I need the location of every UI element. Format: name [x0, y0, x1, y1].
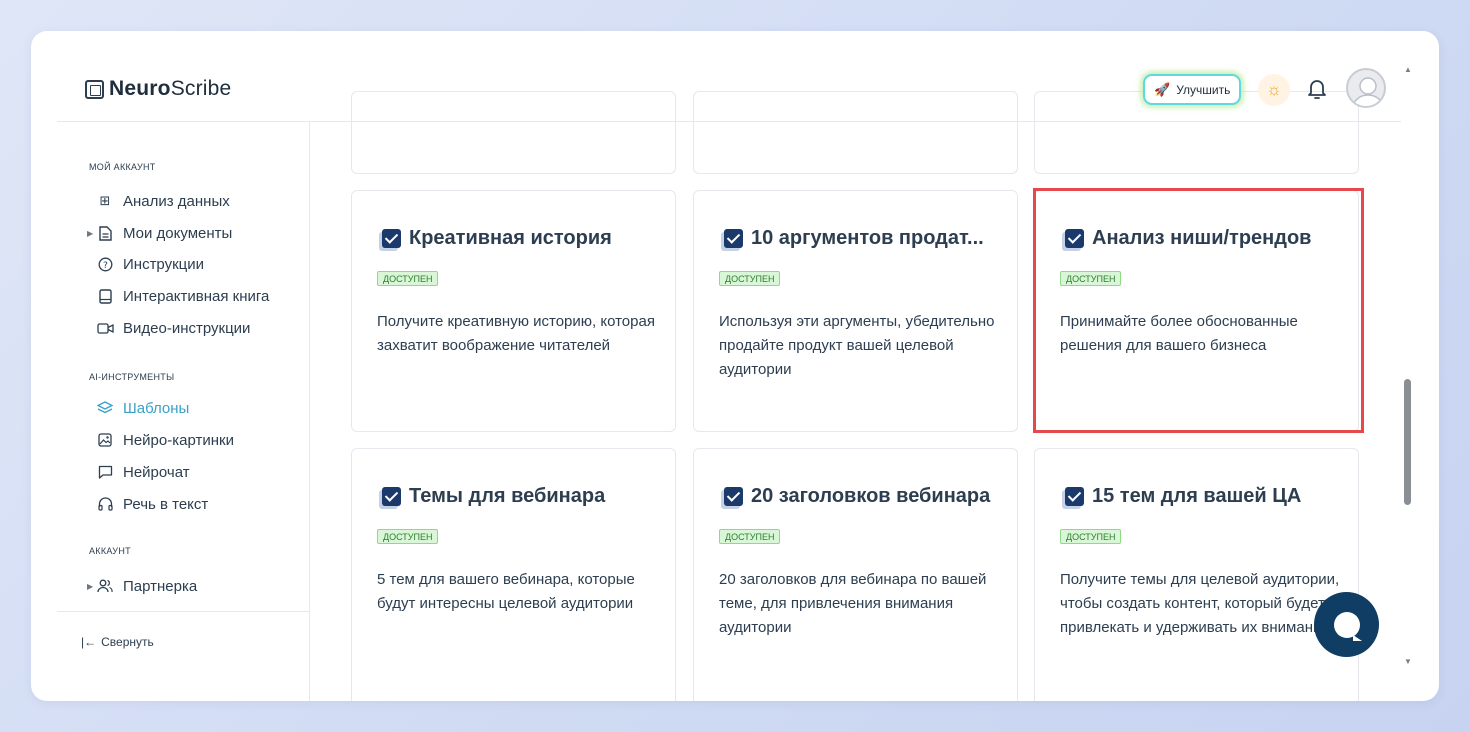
rocket-icon: 🚀: [1154, 81, 1171, 97]
user-avatar[interactable]: [1346, 68, 1386, 108]
vertical-scrollbar[interactable]: ▲ ▼: [1401, 57, 1415, 676]
sidebar-item-data-analysis[interactable]: ⊞ Анализ данных: [96, 189, 230, 213]
sidebar-item-neuro-images[interactable]: Нейро-картинки: [96, 428, 234, 452]
sidebar-item-label: Нейрочат: [123, 463, 190, 481]
book-icon: [96, 288, 114, 304]
card-description: Используя эти аргументы, убедительно про…: [719, 313, 995, 378]
card-title-text: 10 аргументов продат...: [751, 227, 984, 249]
sidebar-item-label: Нейро-картинки: [123, 431, 234, 449]
users-icon: [96, 579, 114, 593]
card-description: 5 тем для вашего вебинара, которые будут…: [377, 571, 635, 612]
card-description: 20 заголовков для вебинара по вашей теме…: [719, 571, 987, 636]
chat-icon: [96, 465, 114, 479]
help-circle-icon: ?: [96, 257, 114, 272]
status-badge: ДОСТУПЕН: [1060, 529, 1122, 544]
card-title: 10 аргументов продат...: [724, 227, 984, 250]
sidebar-item-neurochat[interactable]: Нейрочат: [96, 460, 190, 484]
logo-text: NeuroScribe: [109, 77, 232, 100]
caret-right-icon[interactable]: ▶: [87, 582, 93, 591]
sidebar-item-interactive-book[interactable]: Интерактивная книга: [96, 284, 269, 308]
card-description: Получите креативную историю, которая зах…: [377, 313, 655, 354]
card-title-text: 20 заголовков вебинара: [751, 485, 991, 507]
collapse-button[interactable]: |← Свернуть: [81, 635, 154, 649]
checkbox-icon: [724, 487, 743, 506]
video-icon: [96, 322, 114, 335]
status-badge: ДОСТУПЕН: [377, 271, 439, 286]
template-card[interactable]: Креативная история ДОСТУПЕН Получите кре…: [351, 190, 676, 432]
logo-icon: [85, 79, 104, 99]
card-title-text: Креативная история: [409, 227, 612, 249]
checkbox-icon: [382, 229, 401, 248]
checkbox-icon: [724, 229, 743, 248]
headphones-icon: [96, 497, 114, 511]
collapse-arrow-icon: |←: [81, 635, 97, 649]
collapse-label: Свернуть: [101, 635, 154, 649]
card-title-text: Темы для вебинара: [409, 485, 606, 507]
sidebar-item-label: Инструкции: [123, 255, 205, 273]
sidebar-item-label: Речь в текст: [123, 495, 209, 513]
bell-icon: [1308, 80, 1326, 99]
document-icon: [96, 225, 114, 241]
sidebar: МОЙ АККАУНТ ⊞ Анализ данных ▶ Мои докуме…: [57, 122, 310, 701]
sidebar-item-label: Мои документы: [123, 224, 233, 242]
section-label-ai-tools: AI-ИНСТРУМЕНТЫ: [89, 372, 175, 382]
app-window: NeuroScribe 🚀 Улучшить ☼ МОЙ АККАУНТ ⊞ А: [31, 31, 1439, 701]
status-badge: ДОСТУПЕН: [377, 529, 439, 544]
caret-right-icon[interactable]: ▶: [87, 229, 93, 238]
status-badge: ДОСТУПЕН: [719, 271, 781, 286]
chat-bubble-icon: [1333, 611, 1362, 641]
layers-icon: [96, 400, 114, 416]
sidebar-item-label: Партнерка: [123, 577, 198, 595]
checkbox-icon: [382, 487, 401, 506]
sidebar-item-partners[interactable]: Партнерка: [96, 574, 197, 598]
template-card[interactable]: 15 тем для вашей ЦА ДОСТУПЕН Получите те…: [1034, 448, 1359, 701]
sidebar-item-instructions[interactable]: ? Инструкции: [96, 252, 204, 276]
logo[interactable]: NeuroScribe: [85, 77, 231, 101]
upgrade-label: Улучшить: [1176, 82, 1231, 97]
sidebar-item-label: Анализ данных: [123, 192, 230, 210]
avatar-icon: [1352, 77, 1384, 106]
image-icon: [96, 433, 114, 447]
sun-icon: ☼: [1266, 80, 1282, 99]
scroll-down-icon[interactable]: ▼: [1404, 657, 1412, 666]
upgrade-button[interactable]: 🚀 Улучшить: [1143, 74, 1242, 105]
sidebar-item-label: Шаблоны: [123, 399, 190, 417]
highlight-box: [1033, 188, 1364, 433]
section-label-account: АККАУНТ: [89, 546, 131, 556]
template-card[interactable]: 20 заголовков вебинара ДОСТУПЕН 20 загол…: [693, 448, 1018, 701]
sidebar-item-speech-to-text[interactable]: Речь в текст: [96, 492, 208, 516]
svg-text:?: ?: [103, 261, 108, 271]
sidebar-item-label: Видео-инструкции: [123, 319, 251, 337]
card-title: 15 тем для вашей ЦА: [1065, 485, 1301, 508]
card-title-text: 15 тем для вашей ЦА: [1092, 485, 1302, 507]
sidebar-item-templates[interactable]: Шаблоны: [96, 396, 189, 420]
scrollbar-thumb[interactable]: [1404, 379, 1411, 505]
sidebar-item-my-documents[interactable]: Мои документы: [96, 221, 232, 245]
template-card[interactable]: Темы для вебинара ДОСТУПЕН 5 тем для ваш…: [351, 448, 676, 701]
sidebar-footer: |← Свернуть: [57, 611, 310, 701]
status-badge: ДОСТУПЕН: [719, 529, 781, 544]
grid-icon: ⊞: [99, 193, 111, 208]
card-description: Получите темы для целевой аудитории, что…: [1060, 571, 1340, 636]
template-card[interactable]: 10 аргументов продат... ДОСТУПЕН Использ…: [693, 190, 1018, 432]
top-header: NeuroScribe 🚀 Улучшить ☼: [57, 31, 1401, 122]
card-title: Креативная история: [382, 227, 612, 250]
section-label-my-account: МОЙ АККАУНТ: [89, 162, 156, 172]
theme-toggle-button[interactable]: ☼: [1258, 74, 1290, 106]
chat-support-button[interactable]: [1314, 592, 1379, 657]
scroll-up-icon[interactable]: ▲: [1404, 65, 1412, 74]
notifications-button[interactable]: [1305, 76, 1329, 102]
sidebar-item-label: Интерактивная книга: [123, 287, 270, 305]
checkbox-icon: [1065, 487, 1084, 506]
card-title: Темы для вебинара: [382, 485, 605, 508]
sidebar-item-video-instructions[interactable]: Видео-инструкции: [96, 316, 250, 340]
card-title: 20 заголовков вебинара: [724, 485, 990, 508]
